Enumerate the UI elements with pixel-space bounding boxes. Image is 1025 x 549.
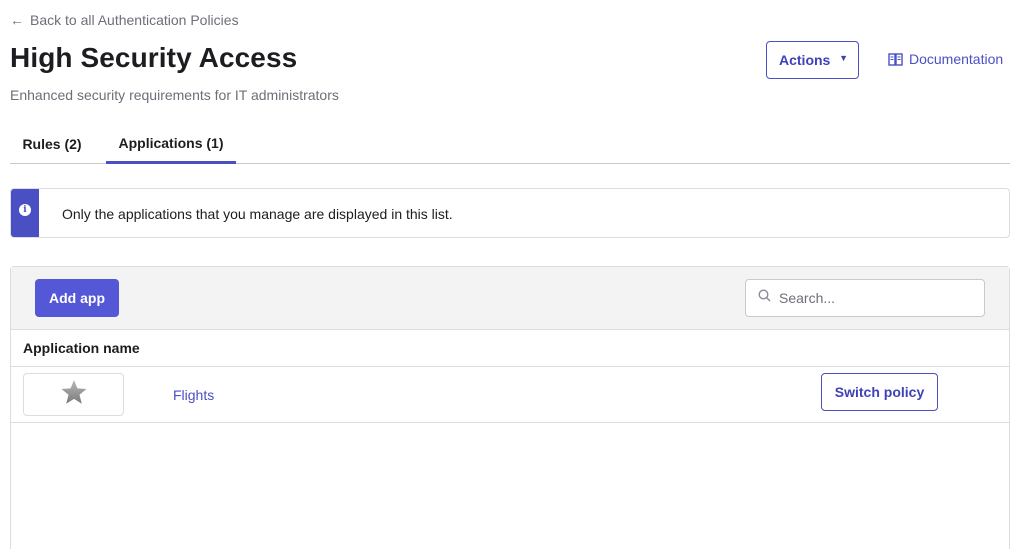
info-icon: i xyxy=(19,204,31,216)
book-icon xyxy=(888,52,903,66)
documentation-link[interactable]: Documentation xyxy=(888,51,1003,67)
star-icon xyxy=(60,379,88,410)
caret-down-icon: ▼ xyxy=(839,53,848,63)
actions-label: Actions xyxy=(779,52,831,68)
search-input[interactable] xyxy=(779,290,969,306)
page-title: High Security Access xyxy=(10,42,298,73)
back-link-label: Back to all Authentication Policies xyxy=(30,12,239,28)
app-name-link[interactable]: Flights xyxy=(173,387,214,403)
tab-applications[interactable]: Applications (1) xyxy=(106,124,236,164)
tab-bar: Rules (2) Applications (1) xyxy=(10,124,1010,164)
documentation-label: Documentation xyxy=(909,51,1004,67)
page-subtitle: Enhanced security requirements for IT ad… xyxy=(10,87,339,103)
tab-rules[interactable]: Rules (2) xyxy=(10,124,94,164)
applications-panel: Add app Application name xyxy=(10,266,1010,549)
back-to-policies-link[interactable]: ← Back to all Authentication Policies xyxy=(10,12,239,28)
column-header-application-name[interactable]: Application name xyxy=(11,330,1009,367)
arrow-left-icon: ← xyxy=(10,12,24,28)
actions-dropdown-button[interactable]: Actions ▼ xyxy=(766,41,859,79)
app-logo xyxy=(23,373,124,416)
applications-toolbar: Add app xyxy=(11,267,1009,330)
add-app-button[interactable]: Add app xyxy=(35,279,119,317)
info-banner: i Only the applications that you manage … xyxy=(10,188,1010,238)
search-box[interactable] xyxy=(745,279,985,317)
switch-policy-button[interactable]: Switch policy xyxy=(821,373,938,411)
search-icon xyxy=(758,289,771,307)
table-row: Flights Switch policy xyxy=(11,367,1009,423)
info-banner-message: Only the applications that you manage ar… xyxy=(62,206,453,222)
